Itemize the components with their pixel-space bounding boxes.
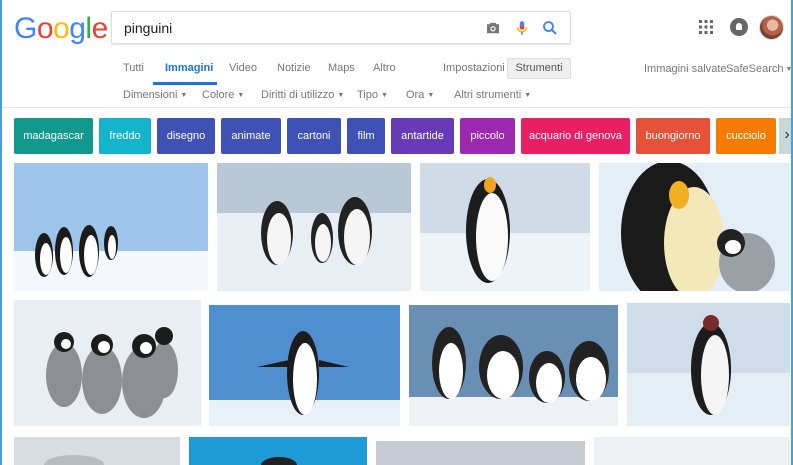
- tool-colore[interactable]: Colore ▼: [202, 89, 244, 101]
- tab-maps[interactable]: Maps: [328, 62, 355, 74]
- caret-down-icon: ▼: [337, 92, 345, 99]
- penguin-and-chick-image: [599, 163, 790, 291]
- logo-letter: e: [91, 12, 109, 45]
- safesearch-label: SafeSearch: [726, 63, 784, 75]
- emperor-penguin-image: [420, 163, 590, 291]
- chip-film[interactable]: film: [347, 118, 385, 154]
- penguin-image: [594, 437, 790, 465]
- madagascar-penguins-image: [409, 305, 618, 426]
- chevron-right-icon[interactable]: ›: [779, 118, 791, 154]
- caret-down-icon: ▼: [381, 92, 388, 99]
- tool-label: Diritti di utilizzo: [261, 89, 335, 101]
- header: Google Tutti Immagini Video Notizie Maps: [2, 0, 793, 108]
- image-result[interactable]: [189, 437, 367, 465]
- image-result[interactable]: [14, 163, 208, 291]
- tool-altri-strumenti[interactable]: Altri strumenti ▼: [454, 89, 531, 101]
- tool-label: Dimensioni: [123, 89, 178, 101]
- tool-label: Tipo: [357, 89, 378, 101]
- caret-down-icon: ▼: [180, 92, 188, 99]
- active-tab-indicator: [153, 82, 217, 85]
- search-input[interactable]: [124, 18, 464, 38]
- tool-ora[interactable]: Ora ▼: [406, 89, 434, 101]
- tab-altro[interactable]: Altro: [373, 62, 396, 74]
- search-box: [111, 11, 571, 44]
- logo-letter: o: [36, 12, 54, 45]
- penguin-image: [189, 437, 367, 465]
- image-result[interactable]: [376, 441, 585, 465]
- penguin-image: [14, 437, 180, 465]
- penguin-on-ice-image: [627, 303, 790, 426]
- penguins-walking-image: [217, 163, 411, 291]
- penguin-wings-open-image: [209, 305, 400, 426]
- related-searches: madagascar freddo disegno animate carton…: [2, 118, 791, 154]
- caret-down-icon: ▼: [524, 92, 532, 99]
- tab-notizie[interactable]: Notizie: [277, 62, 311, 74]
- settings-link[interactable]: Impostazioni: [443, 62, 505, 74]
- caret-down-icon: ▼: [237, 92, 245, 99]
- avatar[interactable]: [759, 15, 784, 40]
- chip-cucciolo[interactable]: cucciolo: [716, 118, 776, 154]
- saved-images-link[interactable]: Immagini salvate: [644, 63, 727, 75]
- chip-acquario-di-genova[interactable]: acquario di genova: [521, 118, 630, 154]
- image-result[interactable]: [14, 300, 201, 426]
- caret-down-icon: ▼: [785, 66, 793, 73]
- penguin-chicks-image: [14, 300, 201, 426]
- chip-antartide[interactable]: antartide: [391, 118, 454, 154]
- safesearch-menu[interactable]: SafeSearch ▼: [726, 63, 793, 75]
- tool-label: Ora: [406, 89, 425, 101]
- tab-immagini[interactable]: Immagini: [165, 62, 213, 74]
- image-result[interactable]: [209, 305, 400, 426]
- image-result[interactable]: [594, 437, 790, 465]
- tool-diritti[interactable]: Diritti di utilizzo ▼: [261, 89, 344, 101]
- notifications-icon[interactable]: [730, 18, 748, 36]
- microphone-icon[interactable]: [513, 19, 531, 37]
- apps-grid-icon[interactable]: [699, 20, 713, 34]
- tool-label: Altri strumenti: [454, 89, 522, 101]
- tool-dimensioni[interactable]: Dimensioni ▼: [123, 89, 187, 101]
- image-result[interactable]: [217, 163, 411, 291]
- image-result[interactable]: [409, 305, 618, 426]
- logo-letter: g: [69, 12, 86, 45]
- camera-icon[interactable]: [484, 19, 502, 37]
- google-logo[interactable]: Google: [14, 12, 108, 46]
- tool-tipo[interactable]: Tipo ▼: [357, 89, 388, 101]
- image-result[interactable]: [627, 303, 790, 426]
- caret-down-icon: ▼: [427, 92, 435, 99]
- tool-label: Colore: [202, 89, 235, 101]
- search-icon[interactable]: [541, 19, 559, 37]
- browser-frame: Google Tutti Immagini Video Notizie Maps: [0, 0, 793, 465]
- chip-freddo[interactable]: freddo: [99, 118, 151, 154]
- penguin-image: [376, 441, 585, 465]
- penguin-group-image: [14, 163, 208, 291]
- image-result[interactable]: [420, 163, 590, 291]
- logo-letter: o: [53, 12, 70, 45]
- logo-letter: G: [14, 12, 37, 45]
- tab-tutti[interactable]: Tutti: [123, 62, 144, 74]
- chip-disegno[interactable]: disegno: [157, 118, 215, 154]
- tab-video[interactable]: Video: [229, 62, 257, 74]
- chip-cartoni[interactable]: cartoni: [287, 118, 341, 154]
- chip-animate[interactable]: animate: [221, 118, 281, 154]
- chip-buongiorno[interactable]: buongiorno: [636, 118, 710, 154]
- image-result[interactable]: [14, 437, 180, 465]
- chip-madagascar[interactable]: madagascar: [14, 118, 93, 154]
- image-result[interactable]: [599, 163, 790, 291]
- chip-piccolo[interactable]: piccolo: [460, 118, 515, 154]
- tools-button[interactable]: Strumenti: [507, 58, 571, 79]
